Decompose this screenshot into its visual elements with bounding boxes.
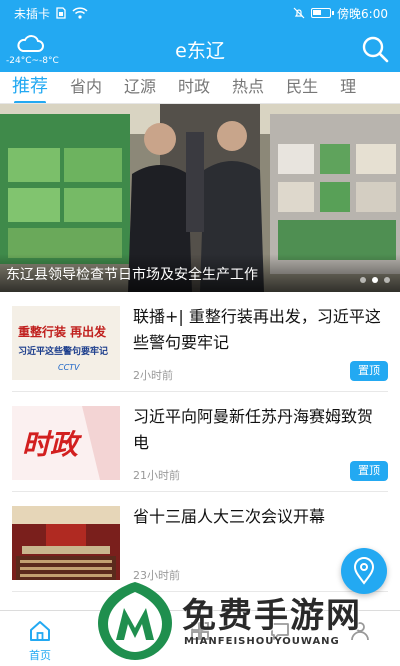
tab-recommend[interactable]: 推荐	[12, 72, 48, 103]
watermark-logo	[98, 582, 172, 660]
pinned-badge: 置顶	[350, 461, 388, 481]
watermark-title: 免费手游网	[182, 596, 362, 636]
carousel-dot[interactable]	[384, 277, 390, 283]
tab-liaoyuan[interactable]: 辽源	[124, 72, 156, 103]
status-right: 傍晚6:00	[293, 5, 388, 22]
news-thumbnail: 时政	[12, 406, 120, 480]
thumb-subline: 习近平这些警句要牢记	[18, 345, 108, 357]
news-time: 2小时前	[133, 369, 173, 382]
app-title: e东辽	[175, 40, 225, 62]
tab-province[interactable]: 省内	[70, 72, 102, 103]
mute-icon	[293, 7, 305, 19]
tab-hot[interactable]: 热点	[232, 72, 264, 103]
carousel-indicators	[360, 277, 390, 283]
news-title: 联播+| 重整行装再出发，习近平这些警句要牢记	[133, 307, 381, 352]
news-time: 21小时前	[133, 469, 180, 482]
news-title: 习近平向阿曼新任苏丹海赛姆致贺电	[133, 407, 374, 452]
carousel-dot[interactable]	[360, 277, 366, 283]
news-item[interactable]: 重整行装 再出发 习近平这些警句要牢记 CCTV 联播+| 重整行装再出发，习近…	[12, 292, 388, 392]
pinned-badge: 置顶	[350, 361, 388, 381]
category-tabs: 推荐 省内 辽源 时政 热点 民生理	[0, 72, 400, 104]
news-title: 省十三届人大三次会议开幕	[133, 507, 326, 526]
search-icon	[362, 36, 389, 63]
status-left: 未插卡	[14, 5, 88, 22]
tab-politics[interactable]: 时政	[178, 72, 210, 103]
app-header: -24°C~-8°C e东辽	[0, 26, 400, 72]
news-thumbnail: 重整行装 再出发 习近平这些警句要牢记 CCTV	[12, 306, 120, 380]
nav-home[interactable]: 首页	[0, 611, 80, 666]
banner-carousel[interactable]: 东辽县领导检查节日市场及安全生产工作	[0, 104, 400, 292]
tab-livelihood[interactable]: 民生	[286, 72, 318, 103]
sim-icon	[56, 7, 66, 19]
thumb-logo: CCTV	[58, 363, 80, 372]
news-item[interactable]: 时政 习近平向阿曼新任苏丹海赛姆致贺电 21小时前 置顶	[12, 392, 388, 492]
tab-more[interactable]: 理	[340, 72, 356, 103]
news-thumbnail	[12, 506, 120, 580]
thumb-headline: 重整行装 再出发	[18, 324, 107, 339]
carrier-text: 未插卡	[14, 6, 51, 21]
battery-icon	[311, 8, 335, 18]
search-button[interactable]	[360, 34, 390, 64]
nav-home-label: 首页	[29, 649, 51, 662]
home-icon	[30, 621, 50, 641]
status-bar: 未插卡 傍晚6:00	[0, 0, 400, 26]
wifi-icon	[72, 7, 88, 19]
news-item[interactable]: 省十三届人大三次会议开幕 23小时前	[12, 492, 388, 592]
thumb-headline: 时政	[22, 428, 83, 461]
clock-text: 傍晚6:00	[337, 6, 388, 21]
site-watermark: 免费手游网 MIANFEISHOUYOUWANG	[92, 578, 400, 666]
banner-caption: 东辽县领导检查节日市场及安全生产工作	[6, 267, 258, 283]
watermark-subtitle: MIANFEISHOUYOUWANG	[184, 636, 340, 647]
carousel-dot-active[interactable]	[372, 277, 378, 283]
news-list: 重整行装 再出发 习近平这些警句要牢记 CCTV 联播+| 重整行装再出发，习近…	[0, 292, 400, 592]
